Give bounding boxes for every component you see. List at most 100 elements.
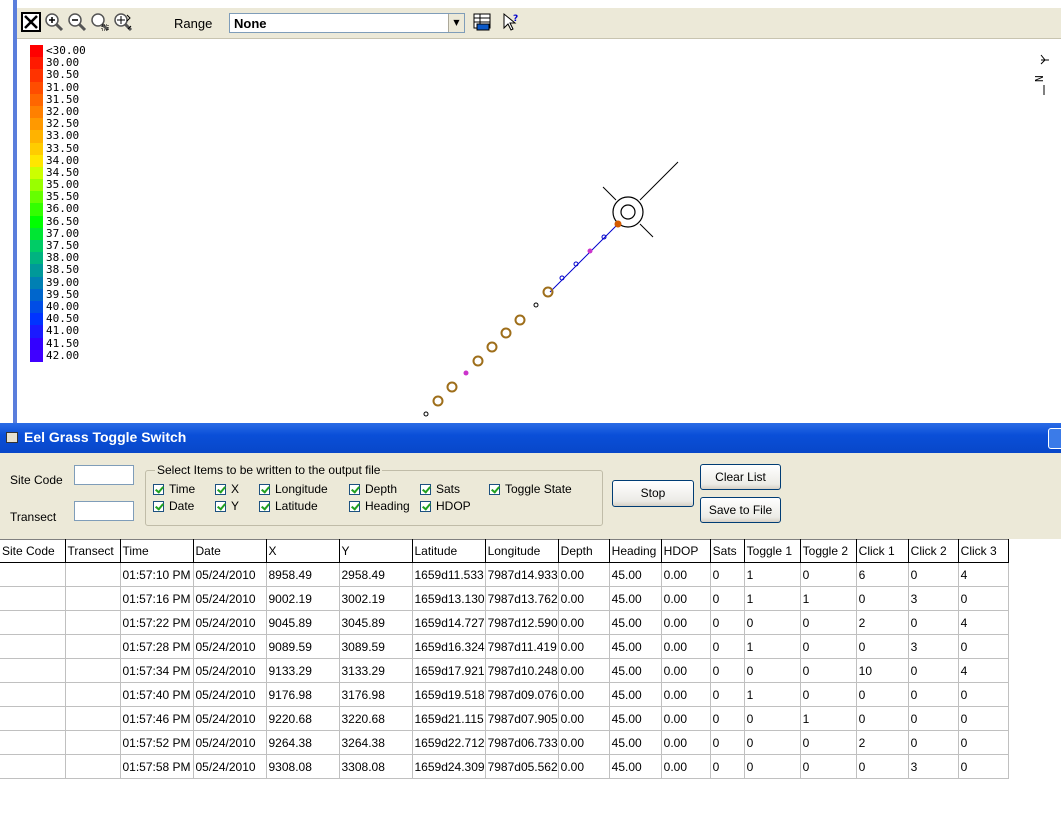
table-cell: 1 [744,586,801,611]
column-header[interactable]: Click 3 [958,539,1009,563]
checkbox-toggle-state-box[interactable] [489,484,500,495]
column-header[interactable]: Depth [558,539,610,563]
checkbox-y-box[interactable] [215,501,226,512]
table-cell: 7987d11.419 [485,634,559,659]
table-cell: 0 [908,682,959,707]
table-cell: 0 [710,634,745,659]
column-header[interactable]: Longitude [485,539,559,563]
save-to-file-button[interactable]: Save to File [700,497,781,523]
column-header[interactable]: Site Code [0,539,66,563]
clear-list-button[interactable]: Clear List [700,464,781,490]
table-row[interactable]: 01:57:22 PM 05/24/2010 9045.89 3045.89 1659d… [0,610,1009,635]
column-header[interactable]: Date [193,539,267,563]
table-cell [0,658,66,683]
map-canvas[interactable]: N [0,0,1061,423]
table-cell [65,682,121,707]
column-header[interactable]: Time [120,539,194,563]
checkbox-hdop-box[interactable] [420,501,431,512]
table-cell [0,562,66,587]
table-cell [65,730,121,755]
table-cell: 0 [800,634,857,659]
table-cell: 0.00 [661,658,711,683]
site-code-input[interactable] [74,465,134,485]
checkbox-time-box[interactable] [153,484,164,495]
table-cell: 3220.68 [339,706,413,731]
table-cell: 01:57:40 PM [120,682,194,707]
checkbox-date-box[interactable] [153,501,164,512]
table-cell: 9002.19 [266,586,340,611]
table-cell: 7987d10.248 [485,658,559,683]
window-button[interactable] [1048,428,1061,449]
table-row[interactable]: 01:57:52 PM 05/24/2010 9264.38 3264.38 1659d… [0,730,1009,755]
table-cell: 0 [958,730,1009,755]
table-cell: 0 [856,634,909,659]
column-header[interactable]: Latitude [412,539,486,563]
column-header[interactable]: Click 2 [908,539,959,563]
checkbox-x-box[interactable] [215,484,226,495]
column-header[interactable]: Click 1 [856,539,909,563]
column-header[interactable]: Toggle 1 [744,539,801,563]
checkbox-latitude-box[interactable] [259,501,270,512]
table-cell: 05/24/2010 [193,754,267,779]
stop-button[interactable]: Stop [612,480,694,507]
table-row[interactable]: 01:57:16 PM 05/24/2010 9002.19 3002.19 1659d… [0,586,1009,611]
table-cell: 1 [744,634,801,659]
column-header[interactable]: Y [339,539,413,563]
table-cell: 2 [856,610,909,635]
table-cell: 0 [800,562,857,587]
table-row[interactable]: 01:57:10 PM 05/24/2010 8958.49 2958.49 1659d… [0,562,1009,587]
checkbox-sats-label: Sats [436,482,461,496]
table-cell: 1659d16.324 [412,634,486,659]
table-cell: 9176.98 [266,682,340,707]
table-cell: 7987d07.905 [485,706,559,731]
table-cell: 3 [908,586,959,611]
table-cell: 01:57:52 PM [120,730,194,755]
column-header[interactable]: HDOP [661,539,711,563]
checkbox-sats-box[interactable] [420,484,431,495]
table-cell: 0 [856,586,909,611]
column-header[interactable]: Toggle 2 [800,539,857,563]
table-cell: 0 [800,730,857,755]
track-point [542,286,554,298]
table-cell: 0 [800,610,857,635]
table-cell: 4 [958,610,1009,635]
table-cell: 3133.29 [339,658,413,683]
dialog-titlebar[interactable]: Eel Grass Toggle Switch [0,423,1061,453]
table-cell: 0 [908,610,959,635]
table-cell [0,634,66,659]
column-header[interactable]: X [266,539,340,563]
column-header[interactable]: Heading [609,539,662,563]
track-point [587,248,593,254]
checkbox-depth-box[interactable] [349,484,360,495]
table-header-row: Site Code Transect Time Date X Y Latitude Longi… [0,539,1009,563]
table-cell: 01:57:46 PM [120,706,194,731]
table-cell: 9264.38 [266,730,340,755]
track-points [423,220,622,417]
column-header[interactable]: Sats [710,539,745,563]
table-row[interactable]: 01:57:46 PM 05/24/2010 9220.68 3220.68 1659d… [0,706,1009,731]
table-cell: 0 [710,586,745,611]
table-cell: 01:57:10 PM [120,562,194,587]
column-header[interactable]: Transect [65,539,121,563]
transect-input[interactable] [74,501,134,521]
data-grid[interactable]: Site Code Transect Time Date X Y Latitude Longi… [0,539,1061,817]
table-cell: 2958.49 [339,562,413,587]
table-row[interactable]: 01:57:34 PM 05/24/2010 9133.29 3133.29 1659d… [0,658,1009,683]
checkbox-heading-box[interactable] [349,501,360,512]
table-cell: 0 [908,730,959,755]
checkbox-longitude-box[interactable] [259,484,270,495]
table-cell: 0.00 [558,610,610,635]
table-cell: 45.00 [609,682,662,707]
table-cell: 1659d11.533 [412,562,486,587]
table-row[interactable]: 01:57:58 PM 05/24/2010 9308.08 3308.08 1659d… [0,754,1009,779]
table-cell: 0 [710,658,745,683]
table-cell: 0.00 [558,706,610,731]
table-cell: 7987d14.933 [485,562,559,587]
table-cell: 0.00 [558,562,610,587]
table-row[interactable]: 01:57:28 PM 05/24/2010 9089.59 3089.59 1659d… [0,634,1009,659]
table-cell: 0 [710,730,745,755]
table-row[interactable]: 01:57:40 PM 05/24/2010 9176.98 3176.98 1659d… [0,682,1009,707]
table-cell: 0 [744,754,801,779]
track-point [533,302,539,308]
table-cell: 0 [710,682,745,707]
